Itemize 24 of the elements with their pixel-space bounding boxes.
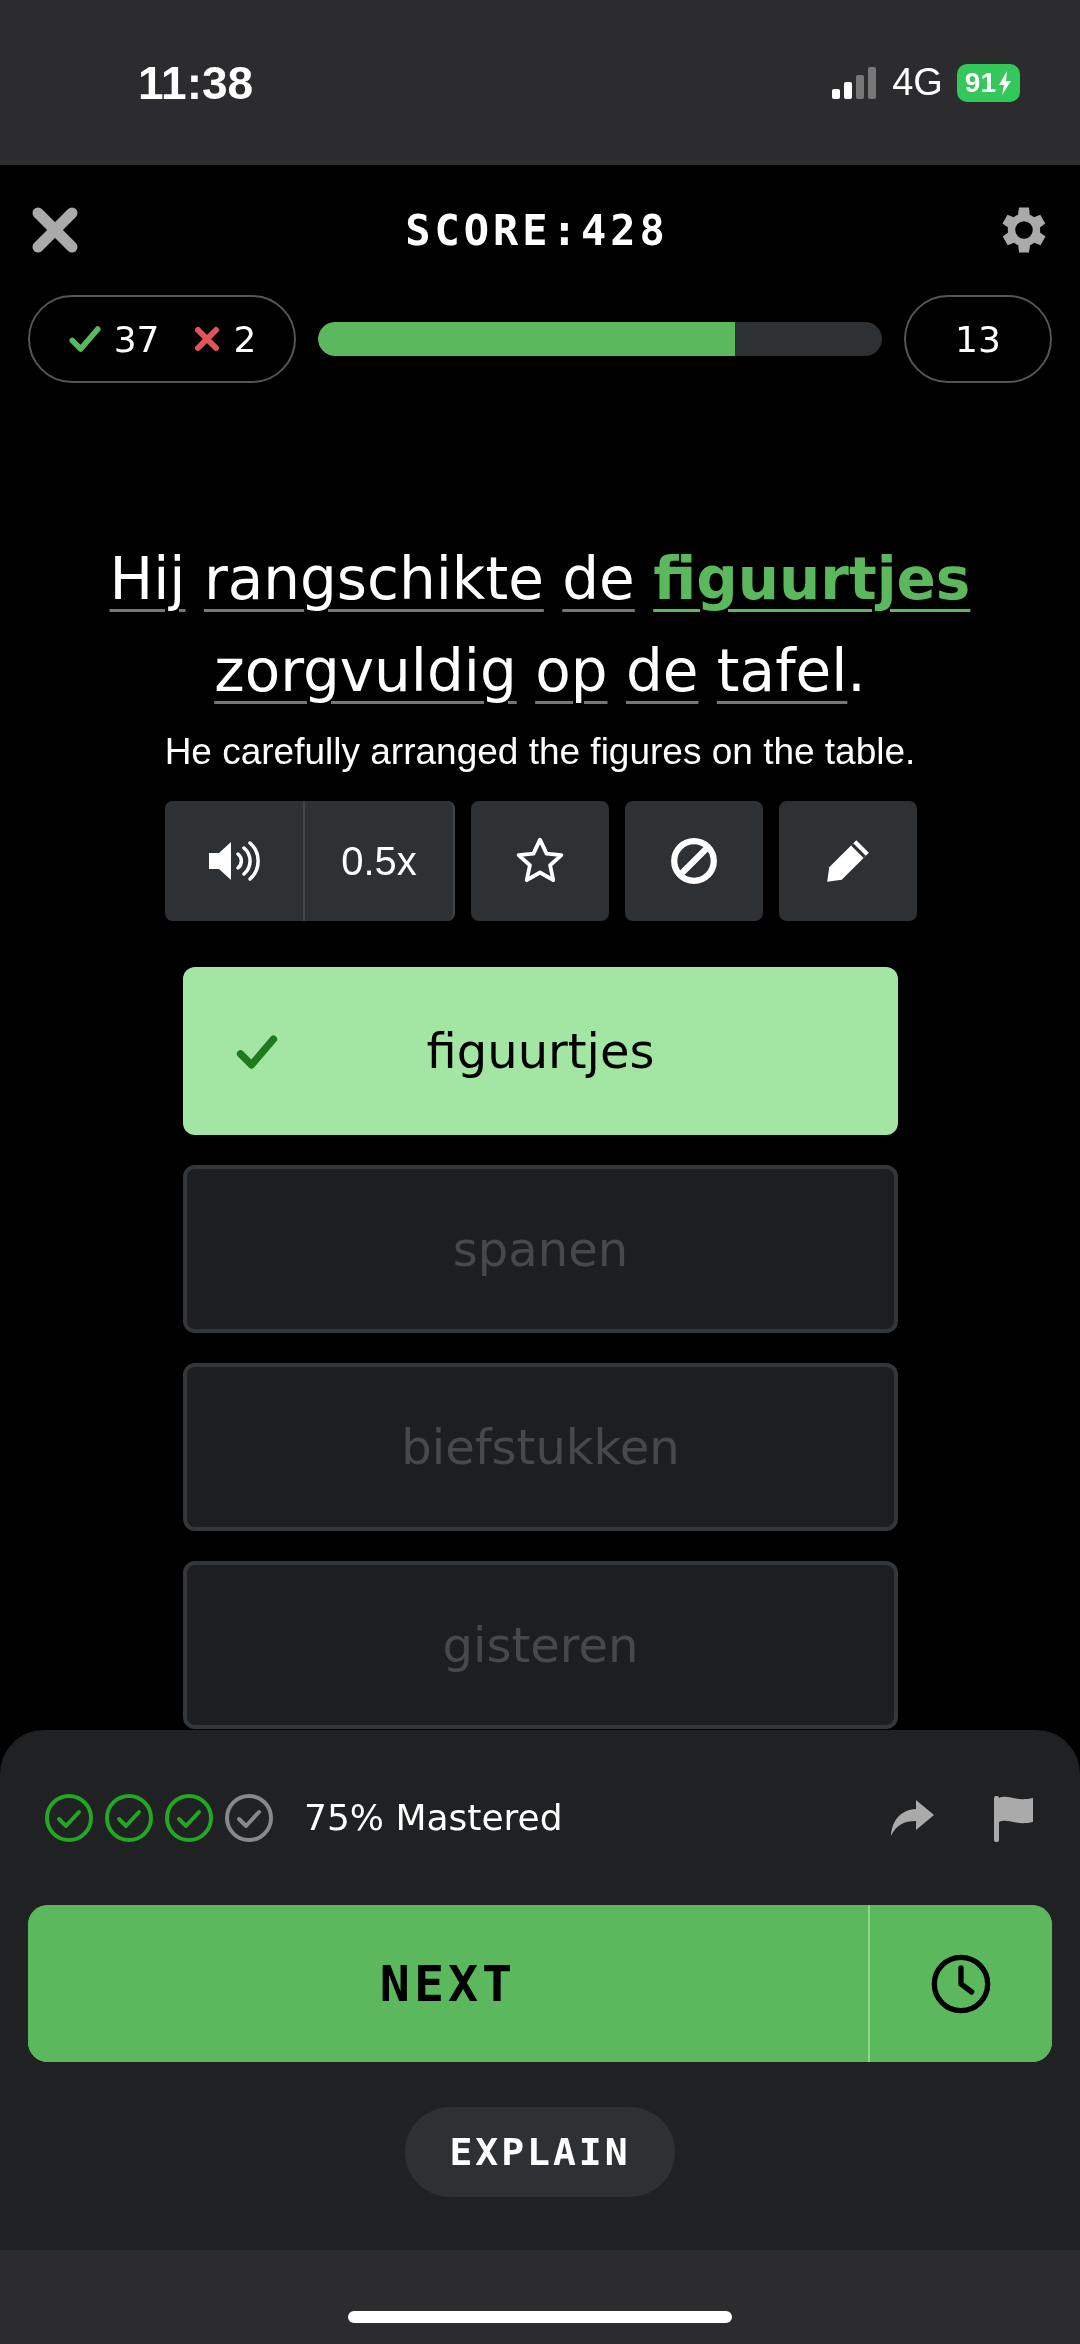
score-label: SCORE:428 — [405, 205, 669, 255]
translation-text: He carefully arranged the figures on the table. — [163, 731, 917, 773]
explain-button[interactable]: EXPLAIN — [405, 2107, 675, 2197]
option-text: figuurtjes — [426, 1023, 655, 1079]
cross-icon — [193, 325, 222, 353]
ignore-button[interactable] — [625, 801, 763, 921]
status-time: 11:38 — [138, 55, 254, 110]
signal-icon — [832, 66, 879, 99]
prohibited-icon — [669, 836, 719, 886]
wrong-count: 2 — [233, 318, 257, 360]
close-icon[interactable] — [30, 205, 80, 255]
speaker-icon — [207, 839, 261, 883]
flag-icon[interactable] — [992, 1793, 1036, 1842]
cloze-sentence: Hij rangschikte de figuurtjes zorgvuldig op de tafel. — [108, 544, 972, 707]
battery-indicator: 91 — [956, 63, 1020, 102]
audio-button[interactable] — [165, 801, 305, 921]
favorite-button[interactable] — [471, 801, 609, 921]
network-label: 4G — [892, 61, 943, 104]
remaining-count: 13 — [904, 295, 1052, 383]
correct-count: 37 — [113, 318, 160, 360]
mastery-label: 75% Mastered — [304, 1797, 564, 1838]
edit-button[interactable] — [779, 801, 917, 921]
share-icon[interactable] — [888, 1797, 936, 1838]
next-button[interactable]: NEXT — [28, 1905, 870, 2062]
